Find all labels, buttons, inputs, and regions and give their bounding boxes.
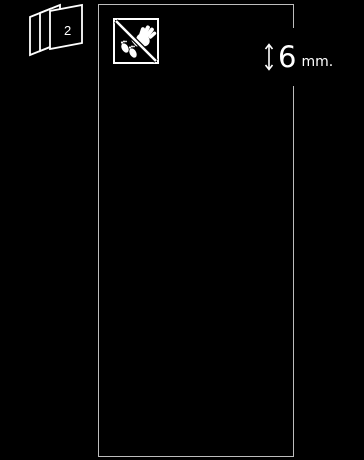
thickness-indicator: 6 mm. xyxy=(260,28,338,86)
thickness-unit: mm. xyxy=(301,54,334,70)
thickness-value: 6 xyxy=(278,39,297,74)
no-walking-hand-only-icon xyxy=(113,18,159,64)
vertical-double-arrow-icon xyxy=(264,43,274,71)
layers-count: 2 xyxy=(64,23,72,38)
stacked-sheets-icon xyxy=(28,3,86,57)
product-spec-view: 2 6 mm. xyxy=(0,0,364,460)
